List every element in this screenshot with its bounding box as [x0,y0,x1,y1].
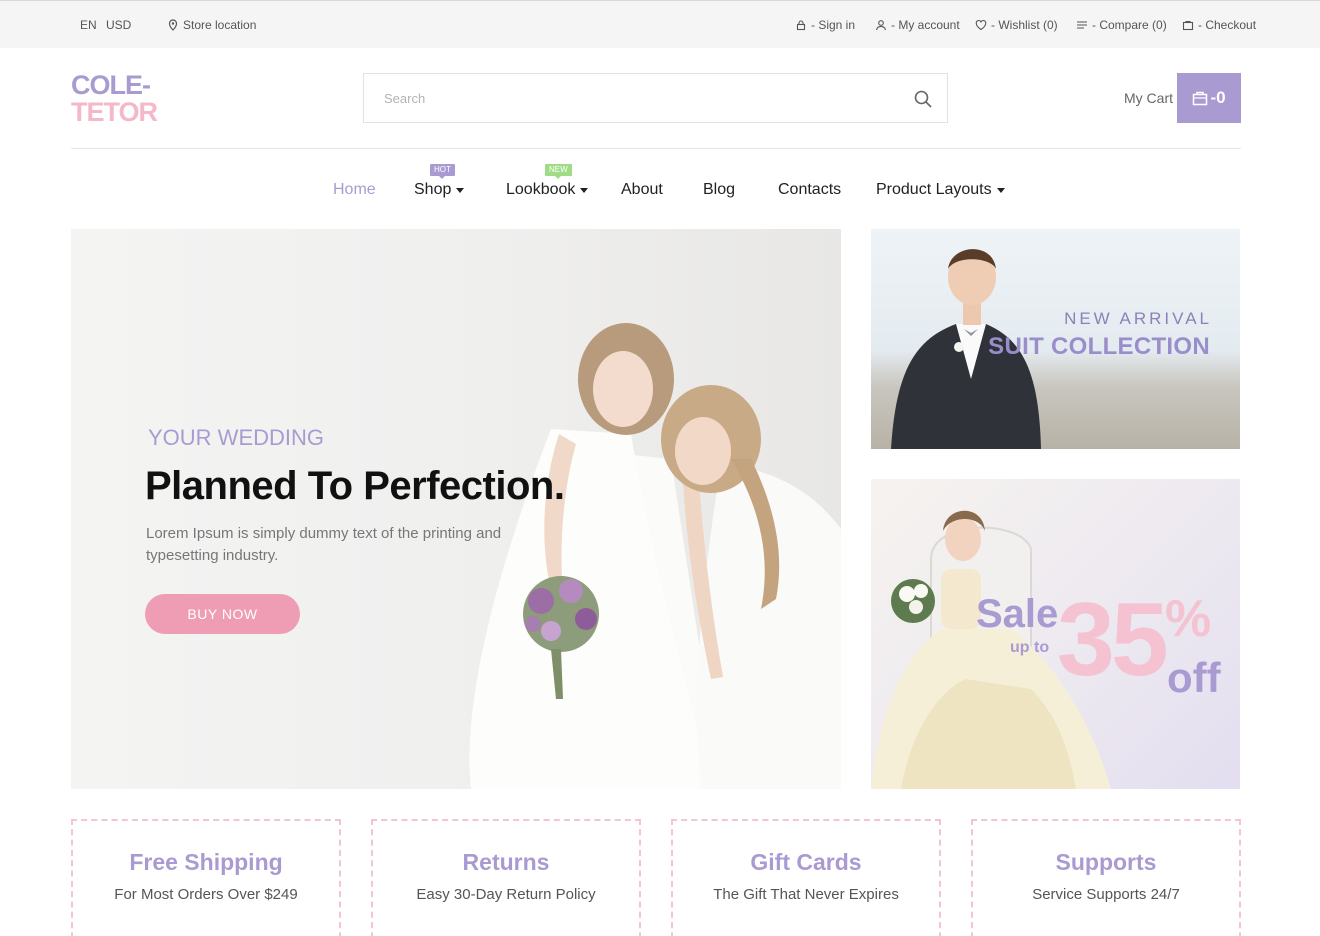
off-label: off [1167,654,1221,701]
search-box [363,73,948,123]
nav-product-layouts[interactable]: Product Layouts [876,180,1005,200]
top-bar: EN USD Store location - Sign in - My acc… [0,0,1320,48]
bag-icon [1182,20,1194,31]
discount-value: 35 [1057,582,1169,698]
user-icon [875,20,887,31]
sign-in-label: - Sign in [811,18,856,32]
nav-contacts-label: Contacts [778,181,842,198]
nav-about-label: About [621,181,663,198]
suit-collection-banner[interactable]: NEW ARRIVAL SUIT COLLECTION [871,229,1240,449]
my-account-link[interactable]: - My account [875,17,960,33]
feature-text: The Gift That Never Expires [713,886,899,903]
feature-title: Free Shipping [129,849,283,875]
nav-about[interactable]: About [621,180,663,200]
store-location-link[interactable]: Store location [167,17,256,33]
location-pin-icon [168,19,178,31]
language-label: EN [80,18,97,32]
cart-count: -0 [1210,88,1226,107]
language-selector[interactable]: EN [80,17,97,33]
buy-now-button[interactable]: BUY NOW [145,594,300,634]
new-arrival-label: NEW ARRIVAL [1064,309,1212,328]
nav-blog-label: Blog [703,181,736,198]
nav-home[interactable]: Home [333,180,376,200]
nav-lookbook[interactable]: Lookbook [506,180,589,200]
search-input[interactable] [364,74,884,122]
suit-collection-title: SUIT COLLECTION [988,333,1210,360]
currency-selector[interactable]: USD [106,17,131,33]
feature-text: For Most Orders Over $249 [114,886,298,903]
my-cart-label[interactable]: My Cart [1124,89,1173,107]
hero-description: Lorem Ipsum is simply dummy text of the … [146,525,502,564]
sale-banner[interactable]: Sale up to 35 % off [871,479,1240,789]
up-to-label: up to [1010,639,1050,656]
nav-contacts[interactable]: Contacts [778,180,841,200]
cart-button[interactable]: -0 [1177,73,1241,123]
feature-supports: Supports Service Supports 24/7 [971,819,1241,936]
nav-lookbook-label: Lookbook [506,181,576,198]
feature-returns: Returns Easy 30-Day Return Policy [371,819,641,936]
nav-product-layouts-label: Product Layouts [876,181,992,198]
logo-line-2: TETOR [71,97,158,127]
nav-blog[interactable]: Blog [703,180,735,200]
caret-down-icon [996,187,1005,193]
lock-icon [796,20,806,31]
hot-badge: HOT [430,164,455,179]
sale-label: Sale [976,592,1059,636]
feature-text: Easy 30-Day Return Policy [416,886,596,903]
nav-shop[interactable]: Shop [414,180,465,200]
search-icon[interactable] [913,89,933,109]
list-icon [1077,21,1087,29]
feature-title: Supports [1055,849,1157,875]
compare-link[interactable]: - Compare (0) [1076,17,1167,33]
feature-gift-cards: Gift Cards The Gift That Never Expires [671,819,941,936]
feature-free-shipping: Free Shipping For Most Orders Over $249 [71,819,341,936]
feature-title: Returns [462,849,550,875]
hero-slider: YOUR WEDDING Planned To Perfection. Lore… [71,229,841,789]
my-account-label: - My account [891,18,960,32]
hero-title: Planned To Perfection. [145,464,565,508]
store-location-label: Store location [183,18,257,32]
sign-in-link[interactable]: - Sign in [795,17,855,33]
checkout-link[interactable]: - Checkout [1182,17,1256,33]
percent-sign: % [1165,590,1212,648]
logo-line-1: COLE- [71,70,151,100]
shopping-bag-icon [1193,91,1208,106]
compare-label: - Compare (0) [1092,18,1167,32]
feature-text: Service Supports 24/7 [1032,886,1180,903]
feature-title: Gift Cards [750,849,862,875]
heart-icon [975,20,987,31]
nav-home-label: Home [333,181,376,198]
wishlist-link[interactable]: - Wishlist (0) [975,17,1058,33]
checkout-label: - Checkout [1198,18,1257,32]
wishlist-label: - Wishlist (0) [991,18,1058,32]
header-divider [71,148,1241,149]
nav-shop-label: Shop [414,181,452,198]
caret-down-icon [580,187,589,193]
new-badge: NEW [545,164,572,179]
caret-down-icon [456,187,465,193]
site-logo[interactable]: COLE- TETOR [71,70,158,128]
hero-kicker: YOUR WEDDING [148,425,324,450]
currency-label: USD [106,18,132,32]
